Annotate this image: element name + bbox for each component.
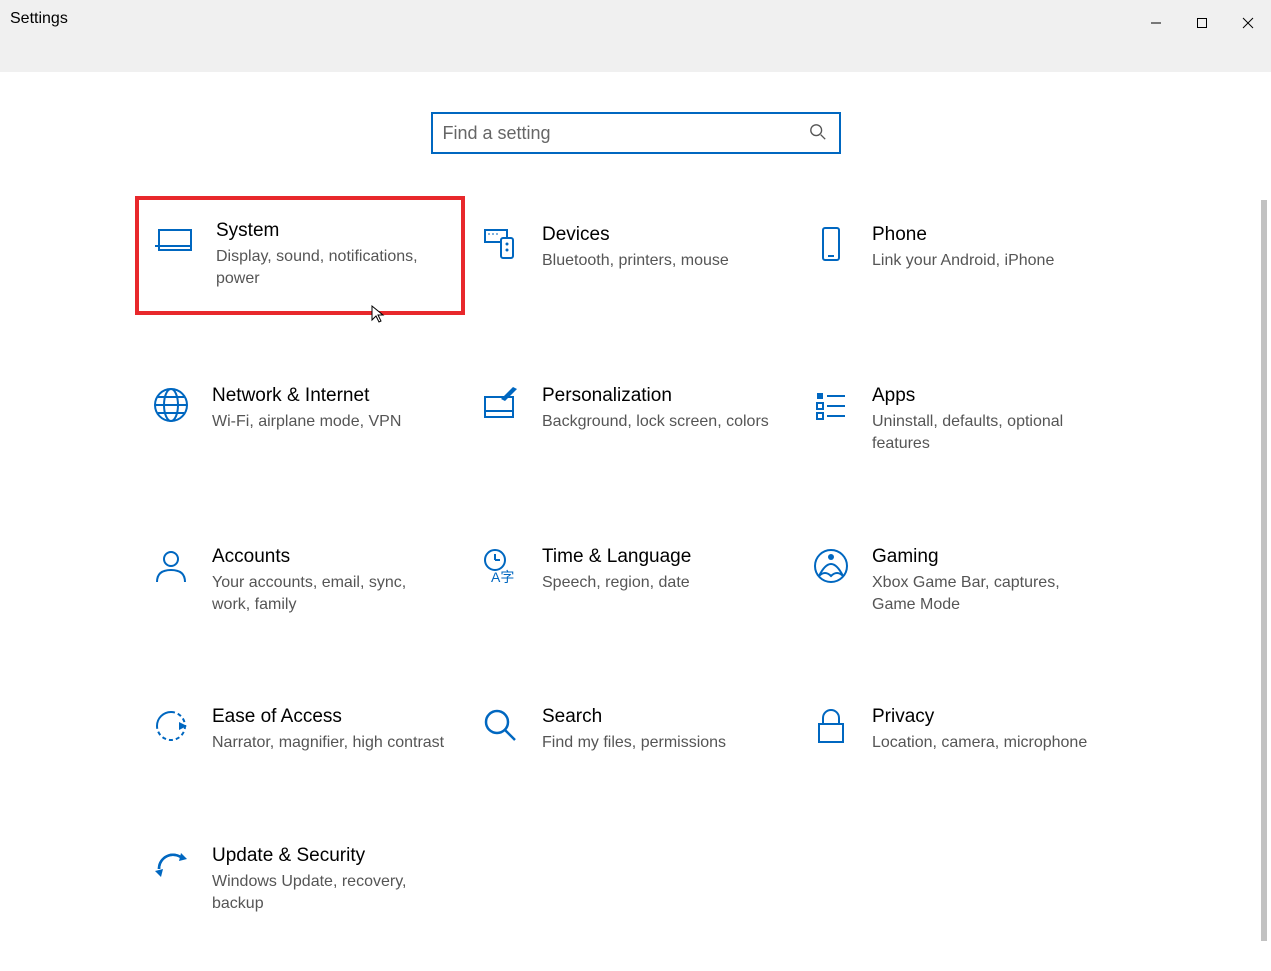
category-text: Network & Internet Wi-Fi, airplane mode,…: [212, 385, 455, 456]
category-text: Personalization Background, lock screen,…: [542, 385, 785, 456]
category-text: Privacy Location, camera, microphone: [872, 706, 1115, 754]
category-devices[interactable]: Devices Bluetooth, printers, mouse: [465, 204, 795, 315]
time-icon: A字: [480, 546, 522, 588]
category-text: Apps Uninstall, defaults, optional featu…: [872, 385, 1115, 456]
category-text: Phone Link your Android, iPhone: [872, 224, 1115, 295]
category-title: Privacy: [872, 706, 1105, 728]
personalization-icon: [480, 385, 522, 427]
window-controls: [1133, 8, 1271, 38]
search-area: [0, 72, 1271, 204]
titlebar: Settings: [0, 0, 1271, 72]
category-desc: Wi-Fi, airplane mode, VPN: [212, 411, 445, 433]
category-desc: Location, camera, microphone: [872, 732, 1105, 754]
settings-grid: System Display, sound, notifications, po…: [0, 204, 1271, 936]
category-title: Devices: [542, 224, 775, 246]
category-title: Accounts: [212, 546, 445, 568]
category-accounts[interactable]: Accounts Your accounts, email, sync, wor…: [135, 526, 465, 637]
category-text: Update & Security Windows Update, recove…: [212, 845, 455, 916]
search-box[interactable]: [431, 112, 841, 154]
category-title: Update & Security: [212, 845, 445, 867]
category-desc: Background, lock screen, colors: [542, 411, 775, 433]
category-desc: Bluetooth, printers, mouse: [542, 250, 775, 272]
category-desc: Your accounts, email, sync, work, family: [212, 572, 445, 617]
category-text: Search Find my files, permissions: [542, 706, 785, 754]
category-gaming[interactable]: Gaming Xbox Game Bar, captures, Game Mod…: [795, 526, 1125, 637]
svg-text:A字: A字: [491, 569, 514, 585]
search-cat-icon: [480, 706, 522, 748]
close-button[interactable]: [1225, 8, 1271, 38]
category-title: Phone: [872, 224, 1105, 246]
category-ease[interactable]: Ease of Access Narrator, magnifier, high…: [135, 686, 465, 774]
category-title: Gaming: [872, 546, 1105, 568]
category-text: Devices Bluetooth, printers, mouse: [542, 224, 785, 295]
category-title: Network & Internet: [212, 385, 445, 407]
category-text: System Display, sound, notifications, po…: [216, 220, 451, 291]
category-title: System: [216, 220, 441, 242]
category-text: Accounts Your accounts, email, sync, wor…: [212, 546, 455, 617]
category-desc: Uninstall, defaults, optional features: [872, 411, 1105, 456]
gaming-icon: [810, 546, 852, 588]
search-icon: [809, 123, 829, 143]
category-text: Time & Language Speech, region, date: [542, 546, 785, 617]
category-text: Ease of Access Narrator, magnifier, high…: [212, 706, 455, 754]
category-desc: Xbox Game Bar, captures, Game Mode: [872, 572, 1105, 617]
update-icon: [150, 845, 192, 887]
category-title: Personalization: [542, 385, 775, 407]
category-desc: Narrator, magnifier, high contrast: [212, 732, 445, 754]
category-text: Gaming Xbox Game Bar, captures, Game Mod…: [872, 546, 1115, 617]
category-desc: Find my files, permissions: [542, 732, 775, 754]
category-network[interactable]: Network & Internet Wi-Fi, airplane mode,…: [135, 365, 465, 476]
maximize-button[interactable]: [1179, 8, 1225, 38]
category-phone[interactable]: Phone Link your Android, iPhone: [795, 204, 1125, 315]
category-title: Search: [542, 706, 775, 728]
window-title: Settings: [10, 8, 68, 28]
category-title: Time & Language: [542, 546, 775, 568]
scrollbar-thumb[interactable]: [1261, 200, 1267, 941]
category-privacy[interactable]: Privacy Location, camera, microphone: [795, 686, 1125, 774]
phone-icon: [810, 224, 852, 266]
category-apps[interactable]: Apps Uninstall, defaults, optional featu…: [795, 365, 1125, 476]
category-system[interactable]: System Display, sound, notifications, po…: [135, 196, 465, 315]
apps-icon: [810, 385, 852, 427]
category-search[interactable]: Search Find my files, permissions: [465, 686, 795, 774]
ease-icon: [150, 706, 192, 748]
category-desc: Display, sound, notifications, power: [216, 246, 441, 291]
devices-icon: [480, 224, 522, 266]
search-input[interactable]: [443, 123, 809, 144]
category-desc: Link your Android, iPhone: [872, 250, 1105, 272]
category-title: Apps: [872, 385, 1105, 407]
system-icon: [154, 220, 196, 262]
category-desc: Speech, region, date: [542, 572, 775, 594]
category-update[interactable]: Update & Security Windows Update, recove…: [135, 825, 465, 936]
category-time[interactable]: A字 Time & Language Speech, region, date: [465, 526, 795, 637]
scrollbar[interactable]: [1257, 200, 1271, 941]
network-icon: [150, 385, 192, 427]
accounts-icon: [150, 546, 192, 588]
category-desc: Windows Update, recovery, backup: [212, 871, 445, 916]
category-personalization[interactable]: Personalization Background, lock screen,…: [465, 365, 795, 476]
minimize-button[interactable]: [1133, 8, 1179, 38]
category-title: Ease of Access: [212, 706, 445, 728]
privacy-icon: [810, 706, 852, 748]
